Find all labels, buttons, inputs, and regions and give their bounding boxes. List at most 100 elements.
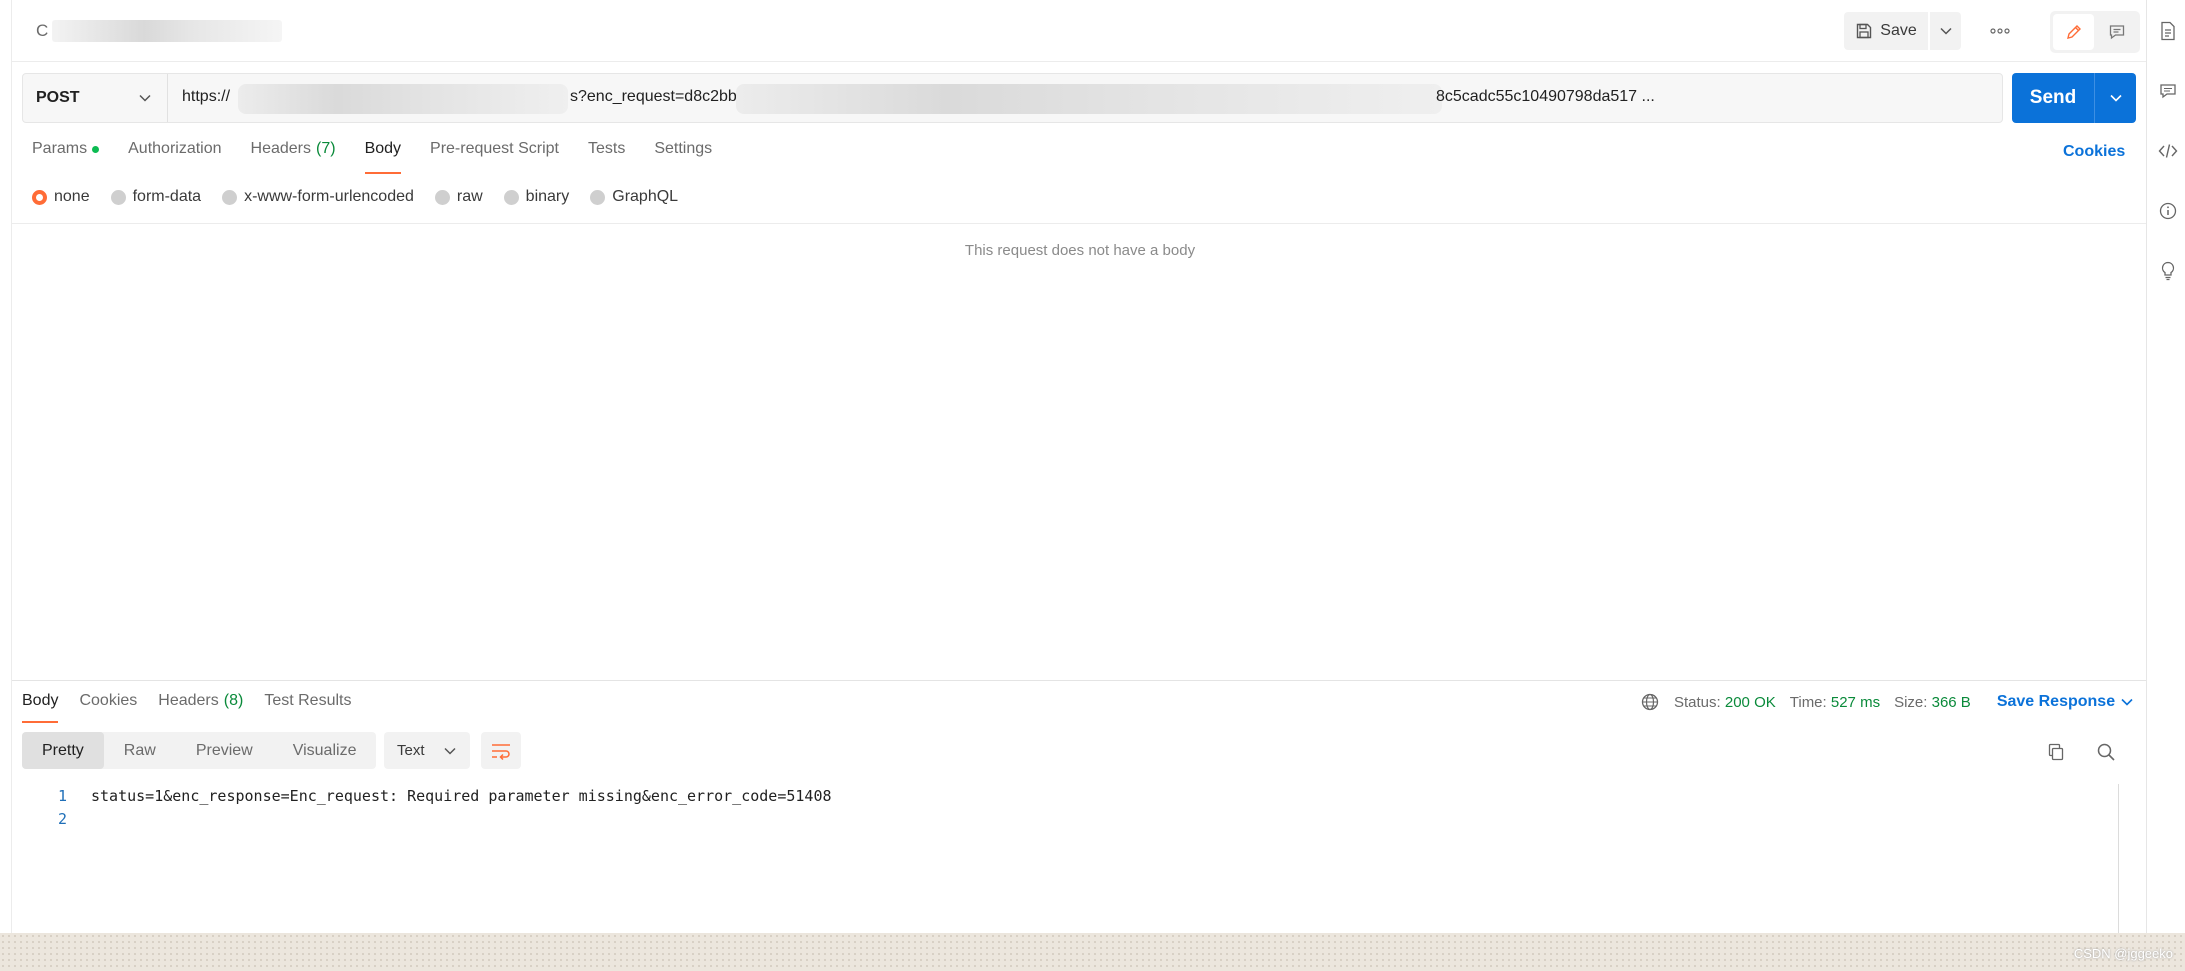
view-mode-tabs: Pretty Raw Preview Visualize bbox=[22, 732, 377, 769]
comment-mode-button[interactable] bbox=[2096, 14, 2137, 50]
radio-label: GraphQL bbox=[612, 188, 679, 205]
tab-label: Headers bbox=[250, 140, 311, 157]
right-context-bar bbox=[2146, 0, 2185, 933]
more-icon bbox=[1990, 28, 2010, 34]
code-snippet-button[interactable] bbox=[2157, 140, 2179, 162]
request-name-text: C bbox=[36, 21, 49, 40]
more-actions-button[interactable] bbox=[1978, 12, 2022, 50]
search-icon bbox=[2097, 743, 2115, 761]
radio bbox=[503, 189, 519, 205]
tab-label: Headers bbox=[158, 692, 219, 709]
response-tab-cookies[interactable]: Cookies bbox=[79, 692, 137, 723]
response-tab-test-results[interactable]: Test Results bbox=[264, 692, 351, 723]
edit-icon bbox=[2066, 25, 2081, 39]
radio-label: x-www-form-urlencoded bbox=[244, 188, 414, 205]
editor-scrollbar[interactable] bbox=[2118, 784, 2119, 934]
documentation-icon bbox=[2161, 21, 2175, 41]
radio-label: form-data bbox=[132, 188, 202, 205]
pane-splitter[interactable] bbox=[12, 680, 2146, 681]
info-button[interactable] bbox=[2157, 200, 2179, 222]
cookies-link[interactable]: Cookies bbox=[2063, 143, 2125, 161]
copy-icon bbox=[2048, 743, 2064, 761]
url-redacted-host bbox=[238, 84, 568, 114]
tab-label: Pre-request Script bbox=[430, 140, 559, 157]
related-collections-button[interactable] bbox=[2157, 260, 2179, 282]
tab-pre-request-script[interactable]: Pre-request Script bbox=[430, 140, 559, 174]
response-tab-body[interactable]: Body bbox=[22, 692, 59, 723]
edit-mode-button[interactable] bbox=[2053, 14, 2094, 50]
tab-count: (8) bbox=[223, 692, 244, 709]
code-line: 2 bbox=[22, 807, 2120, 830]
time-label: Time: bbox=[1789, 693, 1827, 711]
save-response-button[interactable]: Save Response bbox=[1997, 693, 2133, 711]
tab-label: Body bbox=[22, 692, 59, 709]
divider bbox=[12, 223, 2146, 224]
wrap-lines-button[interactable] bbox=[481, 732, 521, 769]
send-options-button[interactable] bbox=[2094, 73, 2136, 123]
globe-icon[interactable] bbox=[1640, 692, 1660, 712]
view-mode-pretty[interactable]: Pretty bbox=[22, 732, 104, 769]
size[interactable]: Size: 366 B bbox=[1894, 694, 1971, 711]
tab-headers[interactable]: Headers (7) bbox=[251, 140, 336, 174]
line-text: status=1&enc_response=Enc_request: Requi… bbox=[91, 786, 832, 805]
request-name-redacted bbox=[52, 20, 283, 42]
line-number: 1 bbox=[57, 786, 67, 805]
status-label: Status: bbox=[1674, 693, 1721, 711]
status[interactable]: Status: 200 OK bbox=[1674, 694, 1776, 711]
line-number: 2 bbox=[57, 809, 67, 828]
tab-authorization[interactable]: Authorization bbox=[128, 140, 221, 174]
tab-params[interactable]: Params bbox=[32, 140, 100, 174]
chevron-down-icon bbox=[2109, 94, 2122, 102]
response-body-editor[interactable]: 1 status=1&enc_response=Enc_request: Req… bbox=[22, 784, 2120, 830]
watermark: CSDN @jggeeko bbox=[2073, 946, 2173, 961]
response-tab-headers[interactable]: Headers (8) bbox=[158, 692, 243, 723]
tab-settings[interactable]: Settings bbox=[654, 140, 712, 174]
format-label: Text bbox=[397, 742, 425, 759]
search-response-button[interactable] bbox=[2092, 739, 2120, 765]
save-options-button[interactable] bbox=[1928, 12, 1961, 50]
comment-icon bbox=[2109, 25, 2124, 40]
bottom-background-strip bbox=[0, 933, 2185, 971]
body-type-urlencoded[interactable]: x-www-form-urlencoded bbox=[222, 188, 414, 206]
tab-label: Authorization bbox=[128, 140, 222, 157]
comments-button[interactable] bbox=[2157, 80, 2179, 102]
tab-label: Body bbox=[364, 140, 402, 157]
view-mode-visualize[interactable]: Visualize bbox=[273, 732, 377, 769]
tab-label: Cookies bbox=[79, 692, 138, 709]
documentation-button[interactable] bbox=[2157, 20, 2179, 42]
method-label: POST bbox=[36, 89, 80, 106]
body-type-binary[interactable]: binary bbox=[503, 188, 570, 206]
response-meta: Status: 200 OK Time: 527 ms Size: 366 B … bbox=[1640, 692, 2133, 712]
request-name[interactable]: C bbox=[36, 20, 283, 42]
save-button[interactable]: Save bbox=[1844, 12, 1928, 50]
view-mode-preview[interactable]: Preview bbox=[176, 732, 273, 769]
send-group: Send bbox=[2012, 73, 2136, 123]
body-type-none[interactable]: none bbox=[32, 188, 90, 206]
tab-tests[interactable]: Tests bbox=[588, 140, 625, 174]
request-header: C Save bbox=[12, 0, 2146, 62]
view-mode-raw[interactable]: Raw bbox=[104, 732, 176, 769]
save-label: Save bbox=[1880, 22, 1917, 39]
copy-response-button[interactable] bbox=[2042, 739, 2070, 765]
body-type-raw[interactable]: raw bbox=[434, 188, 483, 206]
radio bbox=[434, 189, 450, 205]
radio-label: binary bbox=[525, 188, 570, 205]
method-select[interactable]: POST bbox=[23, 74, 168, 122]
time[interactable]: Time: 527 ms bbox=[1790, 694, 1880, 711]
radio bbox=[222, 189, 238, 205]
url-bar: POST https:// s?enc_request=d8c2bb49c363… bbox=[22, 73, 2003, 123]
url-input[interactable]: https:// s?enc_request=d8c2bb49c3637 8c5… bbox=[168, 74, 2002, 122]
tab-label: Settings bbox=[654, 140, 713, 157]
response-format-select[interactable]: Text bbox=[384, 732, 470, 769]
left-edge bbox=[0, 0, 12, 933]
comment-icon bbox=[2160, 84, 2176, 99]
radio bbox=[590, 189, 606, 205]
body-type-graphql[interactable]: GraphQL bbox=[590, 188, 678, 206]
edit-comment-toggle bbox=[2050, 11, 2140, 53]
body-type-form-data[interactable]: form-data bbox=[110, 188, 202, 206]
send-button[interactable]: Send bbox=[2012, 73, 2094, 123]
radio-label: raw bbox=[456, 188, 483, 205]
chevron-down-icon bbox=[2121, 698, 2133, 706]
tab-body[interactable]: Body bbox=[364, 140, 402, 174]
radio-selected bbox=[32, 189, 47, 205]
